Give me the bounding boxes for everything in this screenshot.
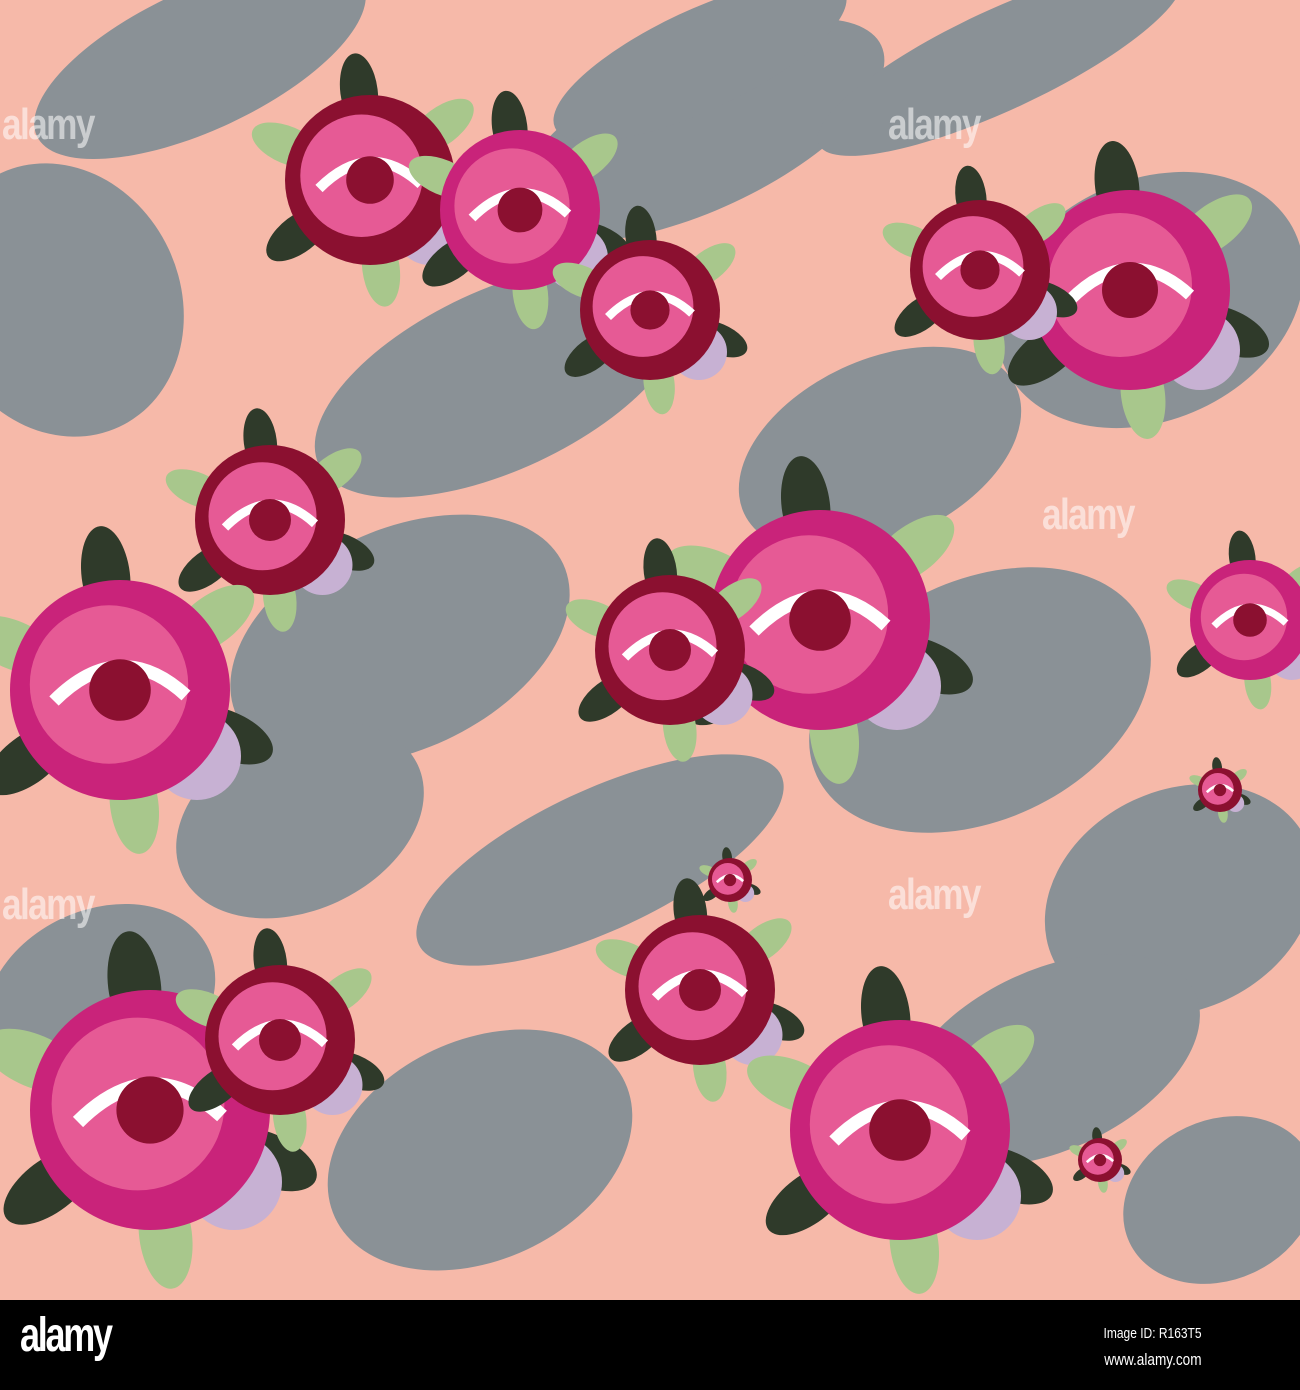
floral-pattern: alamy alamy alamy alamy alamy xyxy=(0,0,1300,1300)
rose-center xyxy=(1213,783,1227,797)
rose-center xyxy=(1233,603,1267,637)
rose-center xyxy=(723,873,737,887)
rose-center xyxy=(649,629,691,671)
gray-leaf-shadow xyxy=(0,163,184,437)
watermark: alamy xyxy=(2,880,95,929)
website-link[interactable]: www.alamy.com xyxy=(1105,1350,1202,1370)
rose-center xyxy=(89,659,151,721)
watermark: alamy xyxy=(888,100,981,149)
rose-center xyxy=(497,187,543,233)
rose-center xyxy=(259,1019,301,1061)
rose-center xyxy=(1093,1153,1107,1167)
rose-center xyxy=(1102,262,1158,318)
rose-center xyxy=(679,969,721,1011)
rose-center xyxy=(249,499,291,541)
image-id: Image ID: R163T5 xyxy=(1103,1325,1202,1342)
rose-center xyxy=(789,589,851,651)
rose-center xyxy=(116,1076,184,1144)
rose-pattern-artwork xyxy=(0,0,1300,1294)
watermark: alamy xyxy=(888,870,981,919)
rose-center xyxy=(869,1099,931,1161)
watermark: alamy xyxy=(2,100,95,149)
watermark: alamy xyxy=(1042,490,1135,539)
alamy-logo[interactable]: alamy xyxy=(20,1308,113,1363)
footer-bar: alamy Image ID: R163T5 www.alamy.com xyxy=(0,1300,1300,1390)
rose-center xyxy=(630,290,670,330)
rose-center xyxy=(346,156,394,204)
rose-center xyxy=(960,250,1000,290)
